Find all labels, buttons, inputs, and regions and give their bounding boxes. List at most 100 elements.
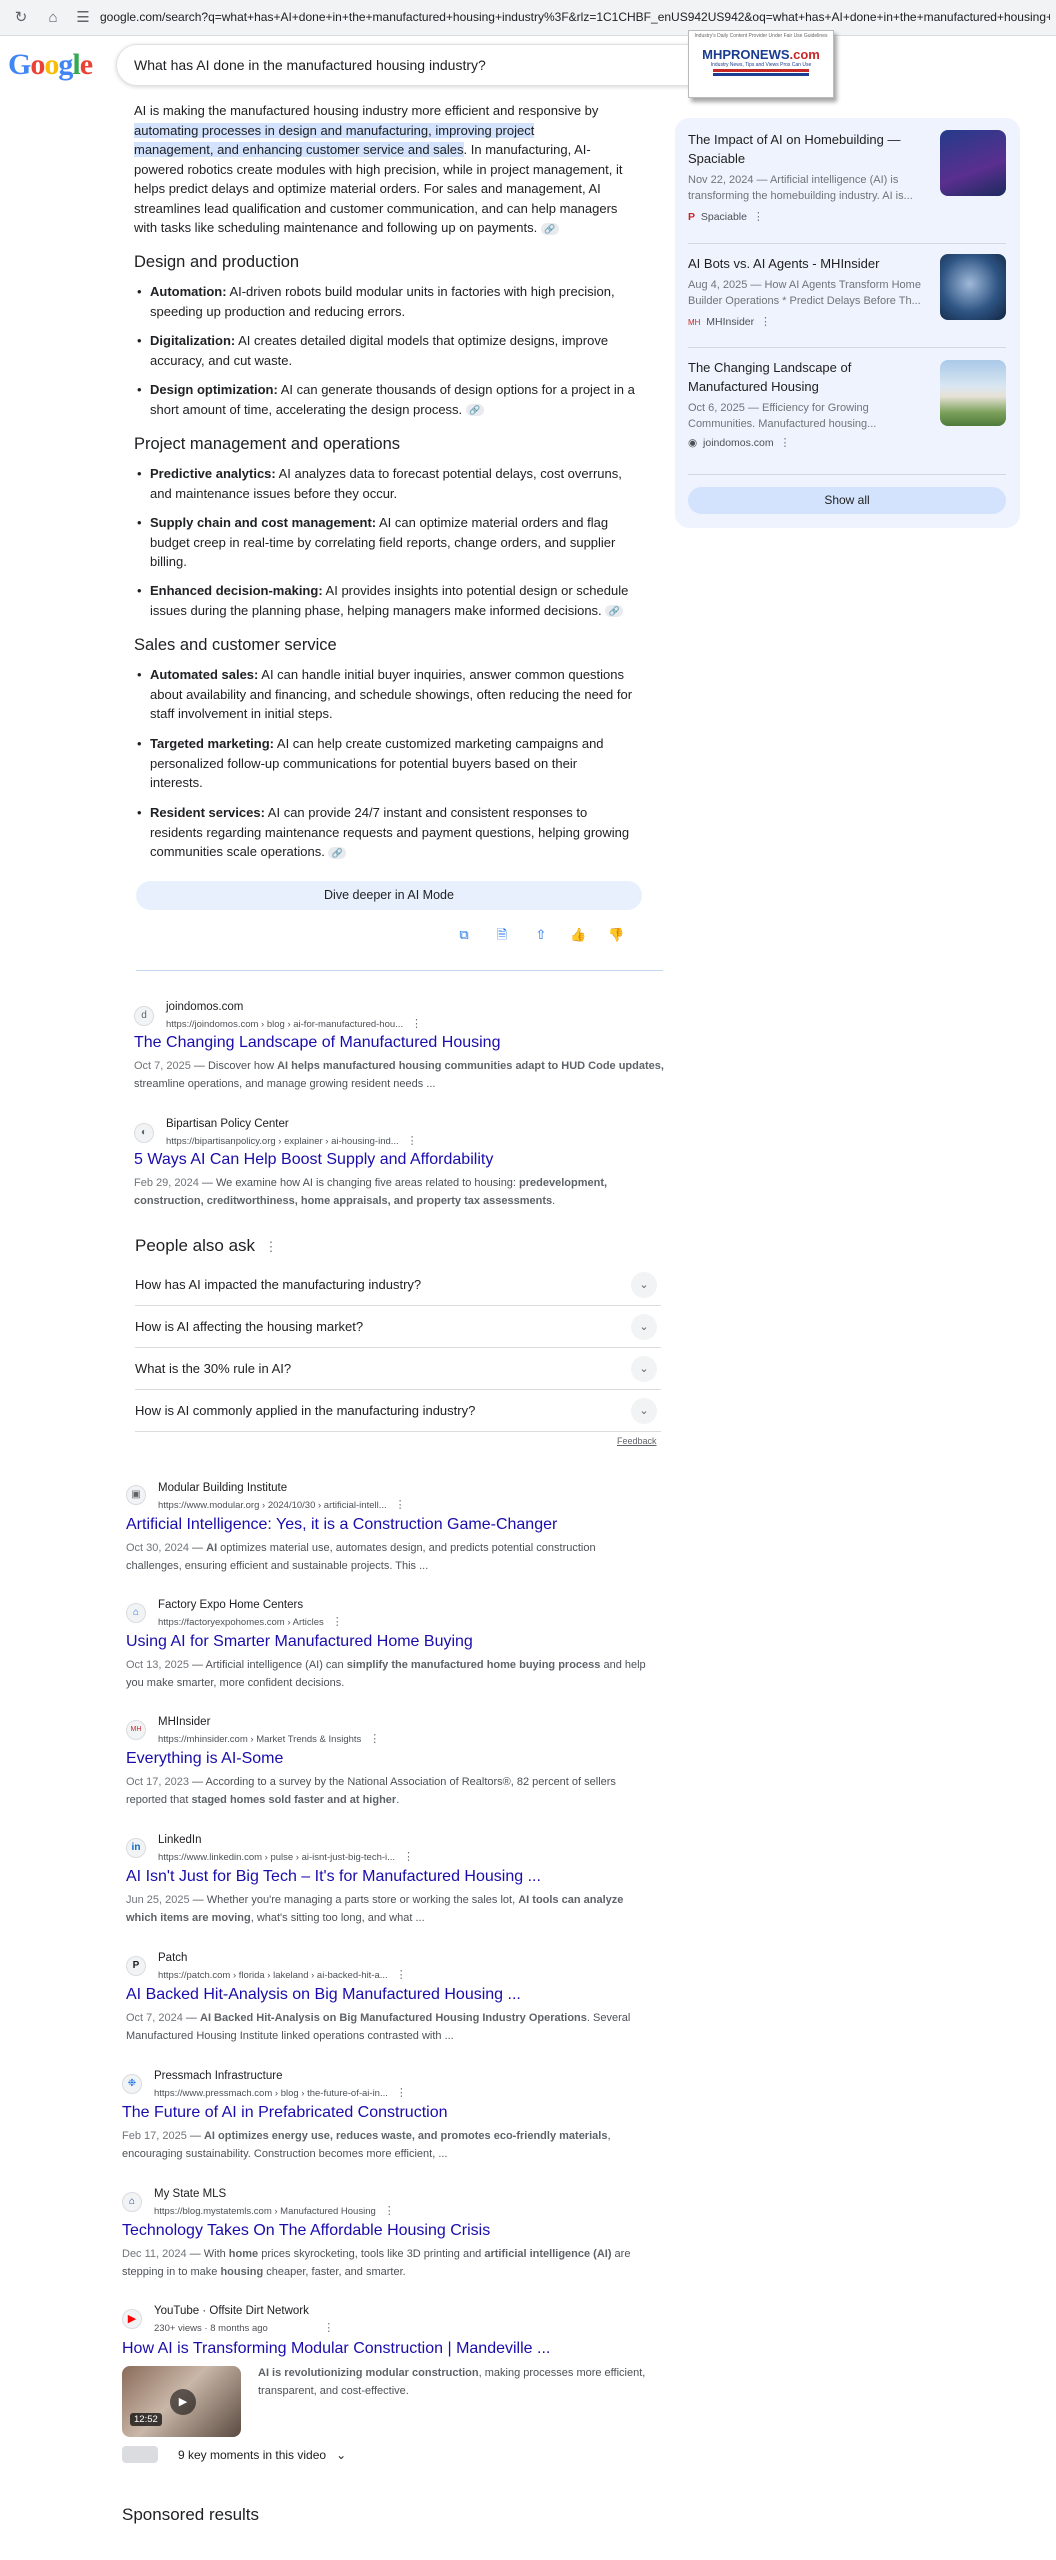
more-options-icon[interactable]: ⋮ xyxy=(403,1851,414,1863)
result-site-name: MHInsider xyxy=(158,1716,211,1728)
result-title-link[interactable]: The Future of AI in Prefabricated Constr… xyxy=(122,2104,448,2122)
more-options-icon[interactable]: ⋮ xyxy=(264,1239,277,1254)
mhinsider-thumbnail[interactable] xyxy=(940,254,1006,320)
result-title-link[interactable]: 5 Ways AI Can Help Boost Supply and Affo… xyxy=(134,1151,493,1169)
more-options-icon[interactable]: ⋮ xyxy=(332,1616,343,1628)
video-title-link[interactable]: How AI is Transforming Modular Construct… xyxy=(122,2340,550,2358)
list-item: • Automation: AI-driven robots build modu… xyxy=(137,284,615,319)
thumbs-up-icon[interactable]: 👍 xyxy=(570,927,586,943)
share-icon[interactable]: ⇧ xyxy=(533,927,549,943)
result-url: https://patch.com › florida › lakeland ›… xyxy=(158,1969,407,1981)
copy-icon[interactable]: ⧉ xyxy=(456,927,472,943)
result-snippet: Oct 17, 2023 — According to a survey by … xyxy=(126,1776,616,1806)
result-site-name: YouTube · Offsite Dirt Network xyxy=(154,2305,309,2317)
logo-tagline: Industry's Daily Content Provider Under … xyxy=(694,33,828,39)
result-site-name: Pressmach Infrastructure xyxy=(154,2070,283,2082)
result-site-name: Bipartisan Policy Center xyxy=(166,1118,289,1130)
more-options-icon[interactable]: ⋮ xyxy=(369,1733,380,1745)
chevron-down-icon[interactable]: ⌄ xyxy=(631,1314,657,1340)
result-snippet: Oct 30, 2024 — AI optimizes material use… xyxy=(126,1542,596,1572)
list-item: • Automated sales: AI can handle initial … xyxy=(137,667,633,721)
section-heading: Project management and operations xyxy=(134,435,400,453)
mystatemls-favicon: ⌂ xyxy=(122,2192,142,2212)
result-title-link[interactable]: The Changing Landscape of Manufactured H… xyxy=(134,1034,500,1052)
play-icon[interactable]: ▶ xyxy=(170,2389,196,2415)
more-options-icon[interactable]: ⋮ xyxy=(395,1499,406,1511)
result-title-link[interactable]: AI Backed Hit-Analysis on Big Manufactur… xyxy=(126,1986,521,2004)
more-options-icon[interactable]: ⋮ xyxy=(396,1969,407,1981)
source-card[interactable]: The Impact of AI on Homebuilding — Spaci… xyxy=(688,130,923,223)
result-title-link[interactable]: Using AI for Smarter Manufactured Home B… xyxy=(126,1633,473,1651)
spaciable-thumbnail[interactable] xyxy=(940,130,1006,196)
more-options-icon[interactable]: ⋮ xyxy=(411,1018,422,1030)
video-meta: 230+ views · 8 months ago ⋮ xyxy=(154,2322,335,2334)
more-options-icon[interactable]: ⋮ xyxy=(407,1135,418,1147)
card-separator xyxy=(688,474,1006,475)
address-bar[interactable]: google.com/search?q=what+has+AI+done+in+… xyxy=(100,10,1050,24)
pressmach-favicon: ❉ xyxy=(122,2074,142,2094)
source-link-icon[interactable]: 🔗 xyxy=(540,222,559,235)
result-title-link[interactable]: Everything is AI-Some xyxy=(126,1750,283,1768)
manufactured-home-thumbnail[interactable] xyxy=(940,360,1006,426)
chevron-down-icon[interactable]: ⌄ xyxy=(631,1398,657,1424)
source-card[interactable]: AI Bots vs. AI Agents - MHInsider Aug 4,… xyxy=(688,254,923,328)
list-item: • Digitalization: AI creates detailed dig… xyxy=(137,333,609,368)
result-url: https://bipartisanpolicy.org › explainer… xyxy=(166,1135,418,1147)
google-logo[interactable]: Google xyxy=(8,48,93,82)
paa-question[interactable]: How has AI impacted the manufacturing in… xyxy=(135,1264,661,1306)
search-input[interactable]: What has AI done in the manufactured hou… xyxy=(134,57,486,73)
source-card[interactable]: The Changing Landscape of Manufactured H… xyxy=(688,358,923,449)
result-snippet: Oct 13, 2025 — Artificial intelligence (… xyxy=(126,1659,646,1689)
site-info-icon[interactable]: ☰ xyxy=(74,9,92,27)
result-site-name: My State MLS xyxy=(154,2188,227,2200)
export-doc-icon[interactable]: 🗎 xyxy=(494,927,510,943)
ai-overview-intro: AI is making the manufactured housing in… xyxy=(134,103,623,235)
key-moments-toggle[interactable]: 9 key moments in this video ⌄ xyxy=(178,2448,346,2462)
paa-question[interactable]: How is AI commonly applied in the manufa… xyxy=(135,1390,661,1432)
chevron-down-icon[interactable]: ⌄ xyxy=(631,1356,657,1382)
dive-deeper-button[interactable]: Dive deeper in AI Mode xyxy=(136,881,642,910)
result-title-link[interactable]: AI Isn't Just for Big Tech – It's for Ma… xyxy=(126,1868,541,1886)
thumbs-down-icon[interactable]: 👎 xyxy=(608,927,624,943)
joindomos-favicon: d xyxy=(134,1006,154,1026)
section-heading: Sales and customer service xyxy=(134,636,337,654)
result-url: https://www.linkedin.com › pulse › ai-is… xyxy=(158,1851,414,1863)
source-link-icon[interactable]: 🔗 xyxy=(605,605,624,618)
list-item: • Resident services: AI can provide 24/7 … xyxy=(137,805,630,859)
key-moments-thumbnail xyxy=(122,2446,158,2463)
feedback-link[interactable]: Feedback xyxy=(617,1436,657,1446)
mbi-favicon: ▣ xyxy=(126,1485,146,1505)
result-url: https://blog.mystatemls.com › Manufactur… xyxy=(154,2205,395,2217)
more-options-icon[interactable]: ⋮ xyxy=(384,2205,395,2217)
paa-question[interactable]: What is the 30% rule in AI? xyxy=(135,1348,661,1390)
mhpronews-logo-overlay: Industry's Daily Content Provider Under … xyxy=(688,30,834,98)
result-title-link[interactable]: Artificial Intelligence: Yes, it is a Co… xyxy=(126,1516,557,1534)
logo-name: MHPRONEWS.com xyxy=(702,47,820,62)
result-snippet: Jun 25, 2025 — Whether you're managing a… xyxy=(126,1894,624,1924)
result-url: https://joindomos.com › blog › ai-for-ma… xyxy=(166,1018,422,1030)
show-all-button[interactable]: Show all xyxy=(688,487,1006,514)
linkedin-favicon: in xyxy=(126,1838,146,1858)
paa-question[interactable]: How is AI affecting the housing market? xyxy=(135,1306,661,1348)
more-options-icon[interactable]: ⋮ xyxy=(396,2087,407,2099)
more-options-icon[interactable]: ⋮ xyxy=(753,211,764,223)
result-snippet: Dec 11, 2024 — With home prices skyrocke… xyxy=(122,2248,631,2278)
home-icon[interactable]: ⌂ xyxy=(44,9,62,27)
more-options-icon[interactable]: ⋮ xyxy=(760,316,771,328)
sponsored-results-heading: Sponsored results xyxy=(122,2505,260,2524)
result-snippet: Oct 7, 2024 — AI Backed Hit-Analysis on … xyxy=(126,2012,631,2042)
source-link-icon[interactable]: 🔗 xyxy=(465,404,484,417)
result-snippet: Feb 17, 2025 — AI optimizes energy use, … xyxy=(122,2130,611,2160)
result-site-name: joindomos.com xyxy=(166,1001,244,1013)
chevron-down-icon[interactable]: ⌄ xyxy=(631,1272,657,1298)
result-title-link[interactable]: Technology Takes On The Affordable Housi… xyxy=(122,2222,490,2240)
result-snippet: Oct 7, 2025 — Discover how AI helps manu… xyxy=(134,1060,664,1090)
video-snippet: AI is revolutionizing modular constructi… xyxy=(258,2367,646,2397)
more-options-icon[interactable]: ⋮ xyxy=(323,2322,334,2334)
card-separator xyxy=(688,243,1006,244)
source-link-icon[interactable]: 🔗 xyxy=(328,846,347,859)
result-site-name: Modular Building Institute xyxy=(158,1482,288,1494)
card-separator xyxy=(688,347,1006,348)
more-options-icon[interactable]: ⋮ xyxy=(779,437,790,449)
reload-icon[interactable]: ↻ xyxy=(12,9,30,27)
